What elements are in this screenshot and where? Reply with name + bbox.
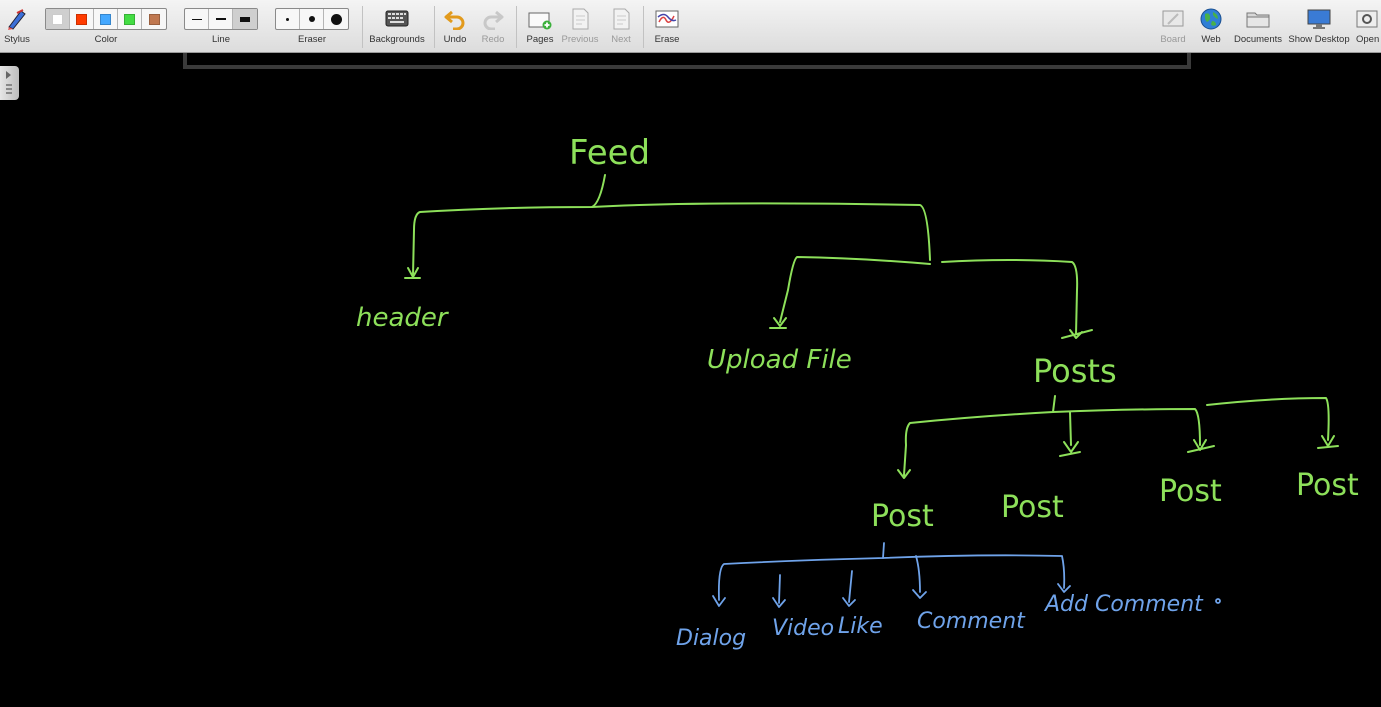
eraser-medium-option[interactable]: [300, 9, 324, 29]
eraser-small-option[interactable]: [276, 9, 300, 29]
line-tool: Line: [184, 4, 258, 50]
open-label: Open: [1356, 34, 1380, 45]
redo-button[interactable]: Redo: [478, 4, 508, 50]
toolbar-separator: [434, 6, 435, 48]
color-brown-swatch[interactable]: [142, 9, 166, 29]
erase-button[interactable]: Erase: [650, 4, 684, 50]
toolbar-separator: [643, 6, 644, 48]
next-page-icon: [611, 4, 631, 34]
feed-node: Feed: [569, 133, 650, 173]
folder-icon: [1245, 4, 1271, 34]
color-green-swatch[interactable]: [118, 9, 142, 29]
board-label: Board: [1160, 34, 1186, 45]
pages-label: Pages: [526, 34, 554, 45]
stylus-icon: [5, 4, 29, 34]
color-tool: Color: [44, 4, 168, 50]
line-thick-option[interactable]: [233, 9, 257, 29]
previous-button[interactable]: Previous: [560, 4, 600, 50]
erase-label: Erase: [654, 34, 680, 45]
web-label: Web: [1201, 34, 1221, 45]
next-button[interactable]: Next: [606, 4, 636, 50]
undo-button[interactable]: Undo: [440, 4, 470, 50]
line-thin-option[interactable]: [185, 9, 209, 29]
pages-button[interactable]: Pages: [522, 4, 558, 50]
backgrounds-button[interactable]: Backgrounds: [366, 4, 428, 50]
add-page-icon: [527, 4, 553, 34]
board-icon: [1161, 4, 1185, 34]
like-node: Like: [838, 614, 883, 639]
show-desktop-label: Show Desktop: [1288, 34, 1350, 45]
next-label: Next: [611, 34, 631, 45]
board-button[interactable]: Board: [1158, 4, 1188, 50]
redo-icon: [482, 4, 504, 34]
color-blue-swatch[interactable]: [94, 9, 118, 29]
toolbar-separator: [362, 6, 363, 48]
line-label: Line: [212, 34, 230, 45]
previous-page-icon: [570, 4, 590, 34]
stylus-tool[interactable]: Stylus: [2, 4, 32, 50]
undo-label: Undo: [443, 34, 467, 45]
eraser-label: Eraser: [298, 34, 326, 45]
globe-icon: [1199, 4, 1223, 34]
color-red-swatch[interactable]: [70, 9, 94, 29]
redo-label: Redo: [481, 34, 505, 45]
comment-node: Comment: [917, 609, 1026, 634]
eraser-tool: Eraser: [275, 4, 349, 50]
dialog-node: Dialog: [676, 626, 746, 651]
add-comment-node: Add Comment: [1043, 592, 1204, 617]
blue-handwriting: Dialog Video Like Comment Add Comment: [676, 592, 1204, 651]
color-label: Color: [94, 34, 118, 45]
line-medium-option[interactable]: [209, 9, 233, 29]
stylus-label: Stylus: [4, 34, 30, 45]
post-node-2: Post: [1001, 490, 1064, 525]
header-node: header: [356, 303, 450, 333]
undo-icon: [444, 4, 466, 34]
show-desktop-button[interactable]: Show Desktop: [1288, 4, 1350, 50]
monitor-icon: [1306, 4, 1332, 34]
backgrounds-label: Backgrounds: [369, 34, 425, 45]
color-white-swatch[interactable]: [46, 9, 70, 29]
open-icon: [1356, 4, 1380, 34]
web-button[interactable]: Web: [1196, 4, 1226, 50]
eraser-large-option[interactable]: [324, 9, 348, 29]
open-button[interactable]: Open: [1356, 4, 1381, 50]
line-width-group: [184, 8, 258, 30]
post-node-3: Post: [1159, 474, 1222, 509]
documents-button[interactable]: Documents: [1232, 4, 1284, 50]
whiteboard-canvas[interactable]: Feed header Upload File Posts Post Post …: [0, 53, 1381, 707]
previous-label: Previous: [561, 34, 599, 45]
keyboard-icon: [385, 4, 409, 34]
erase-board-icon: [654, 4, 680, 34]
toolbar: Stylus Color Line Eraser Backgrounds Und…: [0, 0, 1381, 53]
posts-node: Posts: [1033, 352, 1117, 390]
color-group: [45, 8, 167, 30]
documents-label: Documents: [1233, 34, 1283, 45]
post-node-4: Post: [1296, 468, 1359, 503]
eraser-size-group: [275, 8, 349, 30]
green-tree-lines: [404, 174, 1339, 479]
green-handwriting: Feed header Upload File Posts Post Post …: [356, 133, 1359, 534]
post-node-1: Post: [871, 499, 934, 534]
upload-file-node: Upload File: [707, 345, 852, 375]
video-node: Video: [772, 616, 834, 641]
toolbar-separator: [516, 6, 517, 48]
